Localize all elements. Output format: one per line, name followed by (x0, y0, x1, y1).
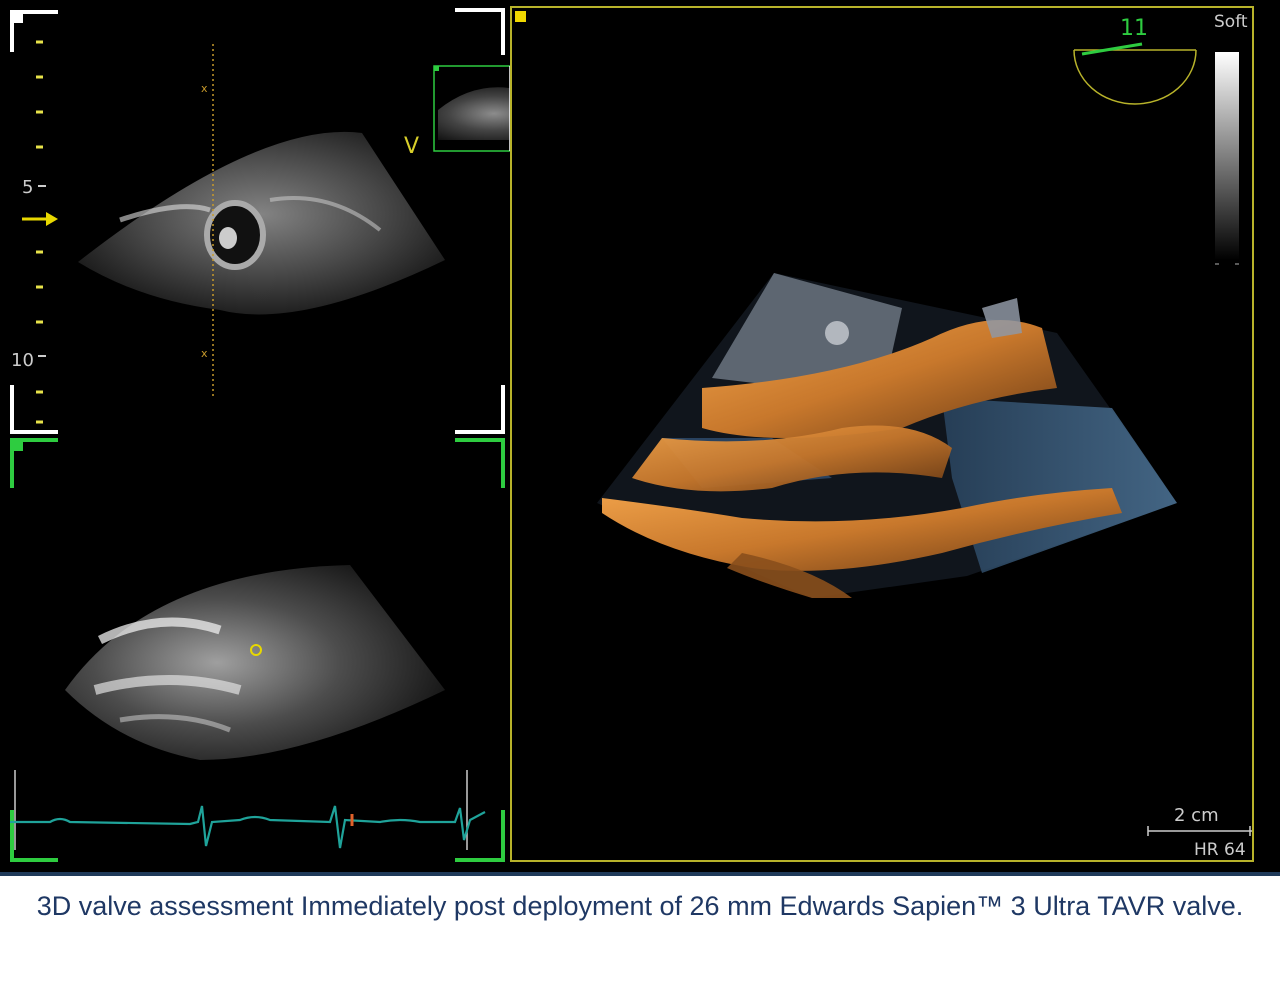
focus-arrow-icon (22, 212, 58, 226)
gray-map-bar (1215, 52, 1239, 260)
depth-mark-5: 5 (22, 177, 34, 198)
heart-rate: HR 64 (1194, 840, 1246, 860)
left-panel: x x (10, 8, 510, 862)
view-marker: V (404, 134, 420, 159)
svg-text:x: x (201, 347, 208, 360)
lower-2d-sector (65, 565, 445, 760)
3d-volume-render (597, 273, 1177, 598)
volume-render-panel: 11 Soft 2 cm HR 64 (510, 6, 1254, 862)
angle-value: 11 (1120, 16, 1148, 41)
panel-indicator (515, 11, 526, 22)
svg-text:x: x (201, 82, 208, 95)
caption-divider (0, 872, 1280, 876)
scale-bar (1147, 826, 1252, 836)
thumbnail-view (433, 65, 510, 152)
map-label: Soft (1214, 12, 1248, 32)
scale-label: 2 cm (1174, 805, 1219, 826)
upper-2d-sector (78, 131, 445, 315)
depth-ruler (36, 40, 43, 424)
ultrasound-screen: x x 5 10 V 11 Soft 2 cm HR 64 (0, 0, 1280, 872)
figure-caption: 3D valve assessment Immediately post dep… (36, 891, 1244, 921)
top-corner-square (14, 14, 23, 23)
angle-indicator-icon (1073, 42, 1197, 105)
depth-mark-10: 10 (11, 350, 34, 371)
ecg-trace (10, 770, 486, 850)
